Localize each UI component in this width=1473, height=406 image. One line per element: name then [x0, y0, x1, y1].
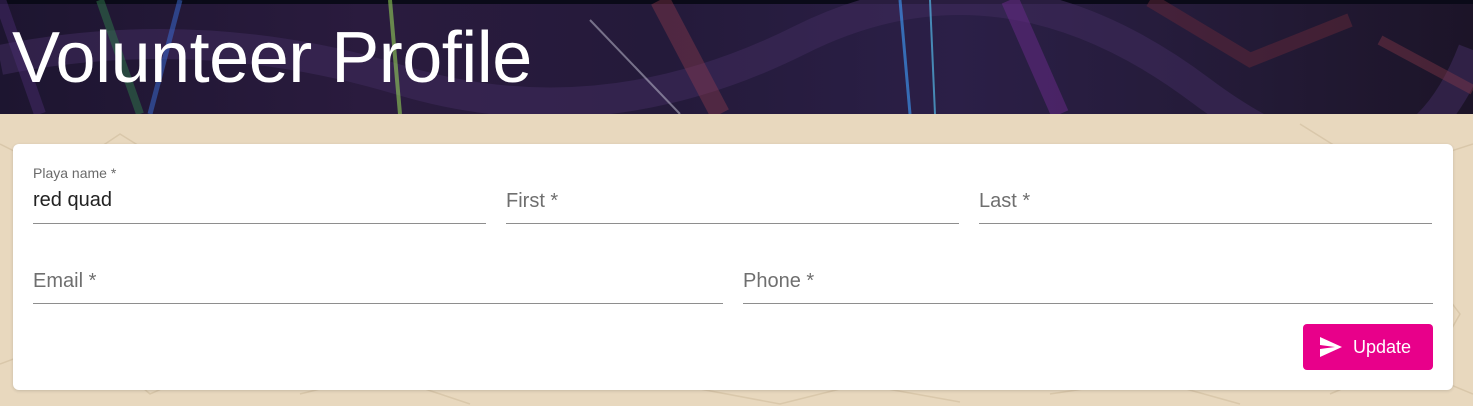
first-name-field[interactable]: First * [506, 144, 959, 224]
send-icon [1320, 337, 1342, 357]
update-button[interactable]: Update [1303, 324, 1433, 370]
header-banner: Volunteer Profile [0, 0, 1473, 114]
profile-form-card: Playa name * First * Last * Email * Phon… [13, 144, 1453, 390]
first-name-label: First * [506, 190, 559, 212]
playa-name-input[interactable] [33, 189, 486, 212]
phone-field[interactable]: Phone * [743, 224, 1433, 304]
last-name-label: Last * [979, 190, 1031, 212]
email-field[interactable]: Email * [33, 224, 723, 304]
phone-label: Phone * [743, 270, 815, 292]
update-button-label: Update [1353, 337, 1412, 357]
page-title: Volunteer Profile [12, 18, 532, 98]
page: Volunteer Profile Playa name * First * L… [0, 0, 1473, 406]
playa-name-field[interactable]: Playa name * [33, 144, 486, 224]
last-name-field[interactable]: Last * [979, 144, 1432, 224]
email-label: Email * [33, 270, 97, 292]
playa-name-label: Playa name * [33, 165, 117, 181]
